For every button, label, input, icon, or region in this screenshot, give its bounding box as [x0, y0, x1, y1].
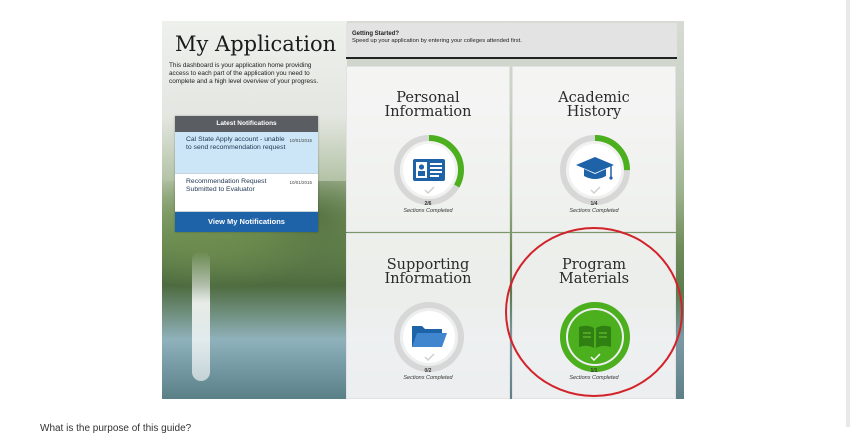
tile-personal-information[interactable]: Personal Information 2/6 Sections Comple… — [346, 66, 510, 232]
tile-academic-history[interactable]: Academic History 1/4 Sections Completed — [512, 66, 676, 232]
progress-caption: Sections Completed — [403, 208, 453, 214]
tile-supporting-information[interactable]: Supporting Information 0/2 Sections Compl… — [346, 233, 510, 399]
footer-text: What is the purpose of this guide? — [40, 423, 192, 434]
notifications-header: Latest Notifications — [175, 116, 318, 132]
highlight-circle — [505, 227, 683, 397]
getting-started-banner[interactable]: Getting Started? Speed up your applicati… — [346, 23, 677, 59]
progress-count: 2/6 — [424, 201, 432, 207]
id-card-icon — [413, 159, 445, 181]
progress-ring — [560, 135, 630, 205]
tile-title: Personal Information — [384, 90, 472, 120]
tile-title: Academic History — [558, 90, 630, 120]
view-notifications-button[interactable]: View My Notifications — [175, 212, 318, 232]
notification-item[interactable]: Recommendation Request Submitted to Eval… — [175, 174, 318, 212]
notification-date: 10/01/2015 — [289, 180, 312, 185]
progress-count: 0/2 — [424, 368, 432, 374]
progress-ring — [394, 135, 464, 205]
notifications-panel: Latest Notifications Cal State Apply acc… — [175, 116, 318, 232]
page-scrollbar[interactable] — [846, 0, 850, 427]
notification-text: Cal State Apply account - unable to send… — [186, 136, 286, 151]
fountain-image — [192, 251, 210, 381]
progress-count: 1/4 — [590, 201, 598, 207]
folder-icon — [412, 326, 447, 347]
progress-caption: Sections Completed — [403, 375, 453, 381]
banner-text: Speed up your application by entering yo… — [352, 37, 522, 44]
notification-item[interactable]: Cal State Apply account - unable to send… — [175, 132, 318, 174]
page-description: This dashboard is your application home … — [169, 62, 319, 85]
page-title: My Application — [175, 32, 337, 56]
progress-ring — [394, 302, 464, 372]
notification-text: Recommendation Request Submitted to Eval… — [186, 178, 267, 193]
tile-title: Supporting Information — [384, 257, 472, 287]
notification-date: 10/01/2015 — [289, 138, 312, 143]
progress-caption: Sections Completed — [569, 208, 619, 214]
